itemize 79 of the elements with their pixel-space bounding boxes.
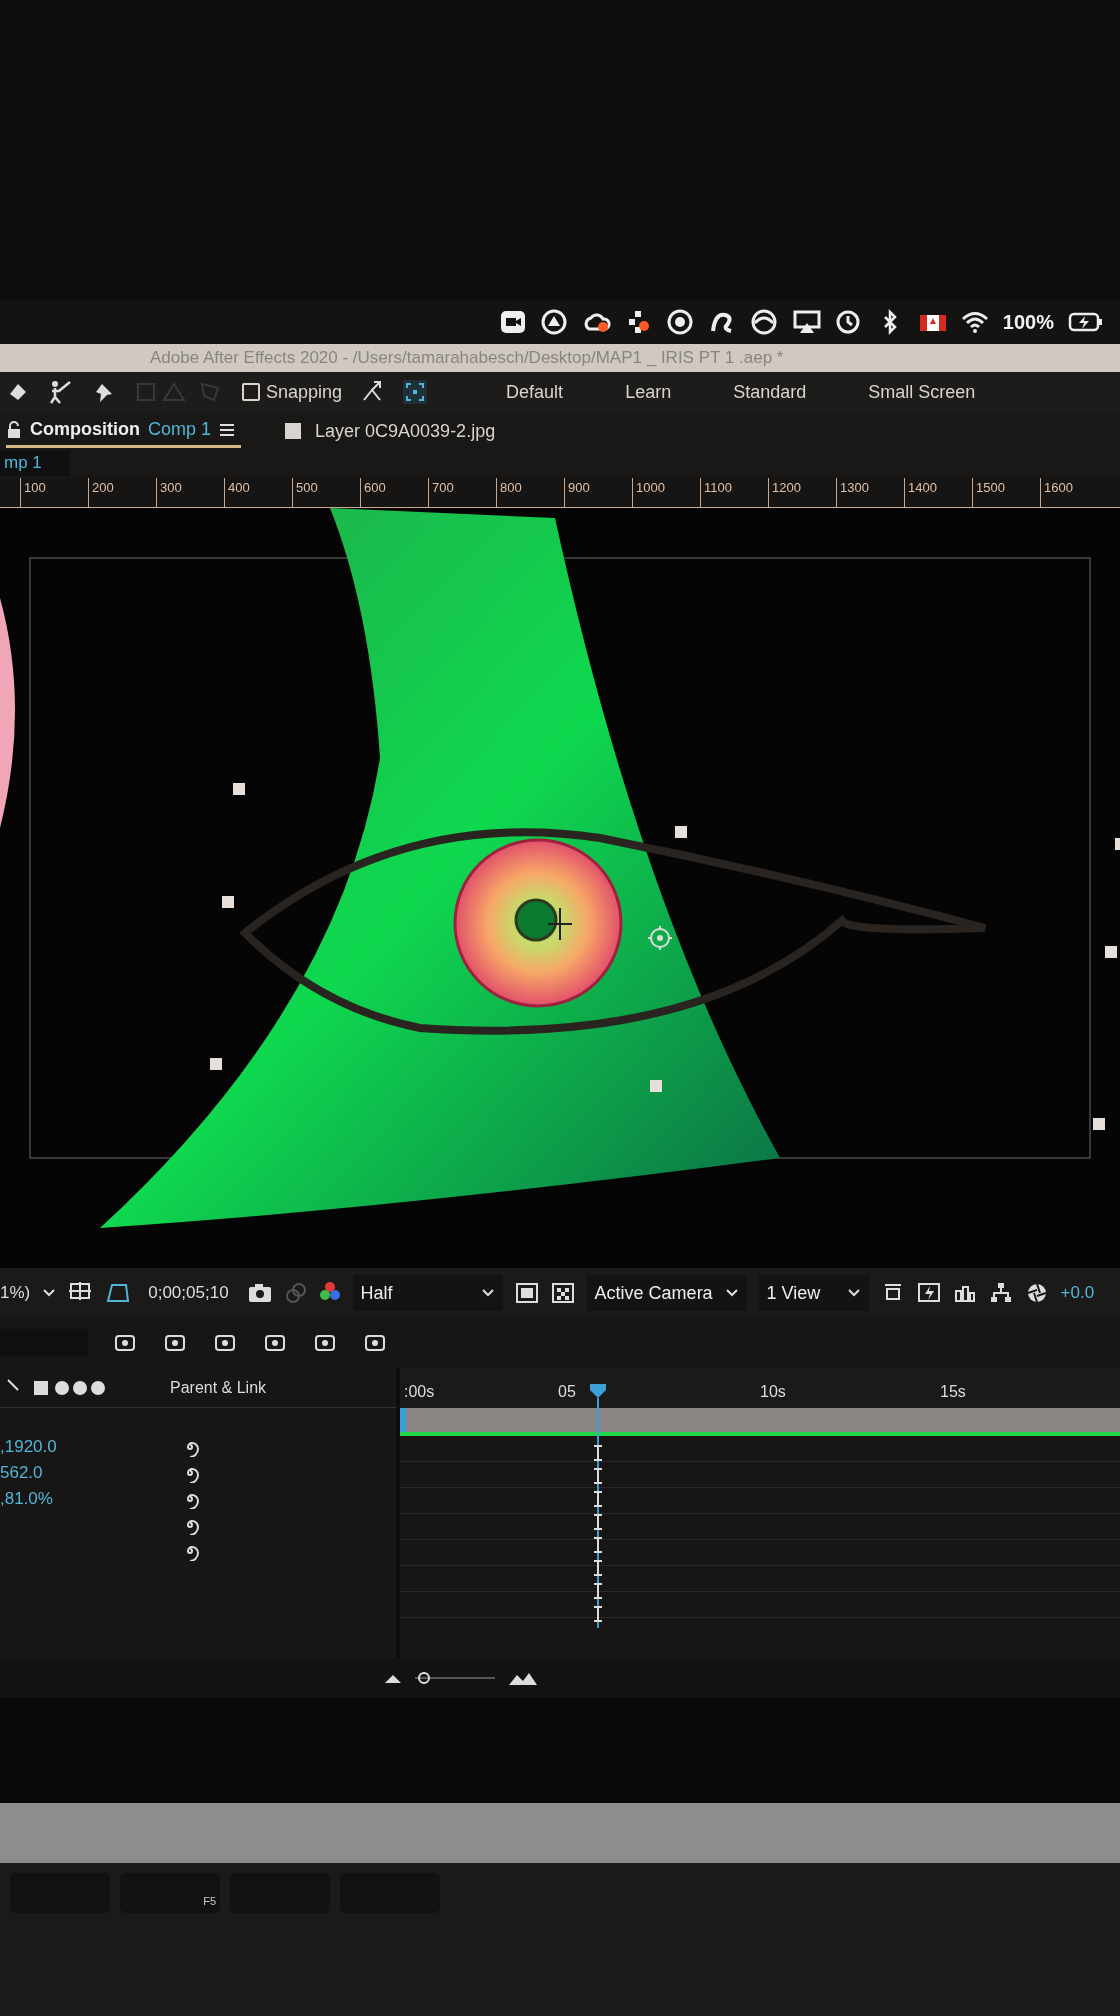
workspace-tab[interactable]: Learn (625, 378, 672, 406)
property-value[interactable]: 562.0 (0, 1463, 43, 1483)
layer-tab[interactable]: Layer 0C9A0039-2.jpg (285, 414, 496, 448)
zoom-in-icon[interactable] (509, 1671, 537, 1685)
view-layout-dropdown[interactable]: 1 View (758, 1275, 869, 1311)
layer-handle[interactable] (1105, 946, 1117, 958)
battery-icon (1068, 311, 1104, 333)
workspace-tab[interactable]: Default (506, 378, 564, 406)
ruler-label: 100 (24, 479, 46, 497)
slider-thumb[interactable] (418, 1672, 431, 1684)
circle-wave-icon[interactable] (750, 309, 779, 335)
caret-icon[interactable] (42, 1288, 57, 1298)
layer-handle[interactable] (675, 826, 687, 838)
ruler-label: 500 (296, 479, 318, 497)
window-title: Adobe After Effects 2020 - /Users/tamarahabesch/Desktop/MAP1 _ IRIS PT 1 .aep * (150, 347, 784, 370)
lock-icon[interactable] (6, 420, 22, 439)
menu-icon[interactable] (219, 422, 236, 437)
snap-target-icon[interactable] (402, 379, 429, 405)
workspace-tab[interactable]: Small Screen (868, 378, 976, 406)
time-label: 10s (760, 1382, 786, 1402)
ruler-label: 1100 (704, 479, 732, 497)
anchor-point-icon (547, 907, 573, 941)
layer-handle[interactable] (1115, 838, 1120, 850)
video-icon[interactable] (498, 309, 527, 335)
snapping-checkbox[interactable]: Snapping (242, 378, 343, 406)
time-label: :00s (404, 1382, 435, 1402)
crosshair-icon (647, 925, 673, 951)
mask-visibility-icon[interactable] (106, 1281, 131, 1305)
time-label: 15s (940, 1382, 966, 1402)
ruler-label: 600 (364, 479, 386, 497)
ruler-label: 900 (568, 479, 590, 497)
target-icon[interactable] (666, 309, 695, 335)
ruler-label: 700 (432, 479, 454, 497)
fast-preview-icon[interactable] (916, 1281, 941, 1305)
transparency-grid-icon[interactable] (550, 1282, 575, 1304)
checkbox[interactable] (242, 383, 260, 401)
property-value[interactable]: ,81.0% (0, 1489, 53, 1509)
battery-percentage: 100% (1002, 310, 1054, 335)
pupil-drawing (514, 898, 558, 942)
ruler-label: 1600 (1044, 479, 1073, 497)
keyframe-icon[interactable] (592, 1444, 604, 1624)
workspace-tab[interactable]: Standard (733, 378, 807, 406)
ruler-label: 300 (160, 479, 182, 497)
exposure-value[interactable]: +0.0 (1060, 1280, 1095, 1306)
camera-view-dropdown[interactable]: Active Camera (586, 1275, 747, 1311)
ruler-label: 1200 (772, 479, 801, 497)
layer-handle[interactable] (233, 783, 245, 795)
flowchart-icon[interactable] (988, 1281, 1013, 1305)
caret-icon[interactable] (480, 1288, 495, 1298)
zoom-dropdown[interactable]: 1%) (0, 1280, 31, 1306)
ruler-label: 800 (500, 479, 522, 497)
column-header: Parent & Link (170, 1377, 267, 1398)
layer-swatch-icon (285, 423, 302, 439)
timecode-display[interactable]: 0;00;05;10 (142, 1280, 235, 1306)
keyboard-key: F5 (120, 1873, 220, 1913)
property-value[interactable]: ,1920.0 (0, 1437, 57, 1457)
wifi-icon[interactable] (960, 309, 989, 335)
camera-icon[interactable] (246, 1282, 273, 1304)
time-label: 05 (558, 1382, 576, 1402)
ruler-label: 1500 (976, 479, 1005, 497)
ruler-label: 400 (228, 479, 250, 497)
layer-handle[interactable] (1093, 1118, 1105, 1130)
resolution-dropdown[interactable]: Half (352, 1275, 503, 1311)
zoom-slider[interactable] (415, 1670, 495, 1686)
comp-breadcrumb-tab[interactable]: mp 1 (0, 450, 70, 476)
caret-icon[interactable] (724, 1288, 739, 1298)
zoom-out-icon[interactable] (385, 1673, 401, 1683)
airplay-icon[interactable] (792, 309, 821, 335)
ruler-label: 200 (92, 479, 114, 497)
caret-icon[interactable] (846, 1288, 861, 1298)
playhead-marker-icon[interactable] (590, 1384, 606, 1398)
playhead[interactable] (590, 1384, 606, 1628)
layer-handle[interactable] (210, 1058, 222, 1070)
ruler-label: 1300 (840, 479, 869, 497)
ruler-label: 1400 (908, 479, 937, 497)
layer-handle[interactable] (222, 896, 234, 908)
region-of-interest-icon[interactable] (514, 1282, 539, 1304)
layer-handle[interactable] (650, 1080, 662, 1092)
ruler-label: 1000 (636, 479, 665, 497)
